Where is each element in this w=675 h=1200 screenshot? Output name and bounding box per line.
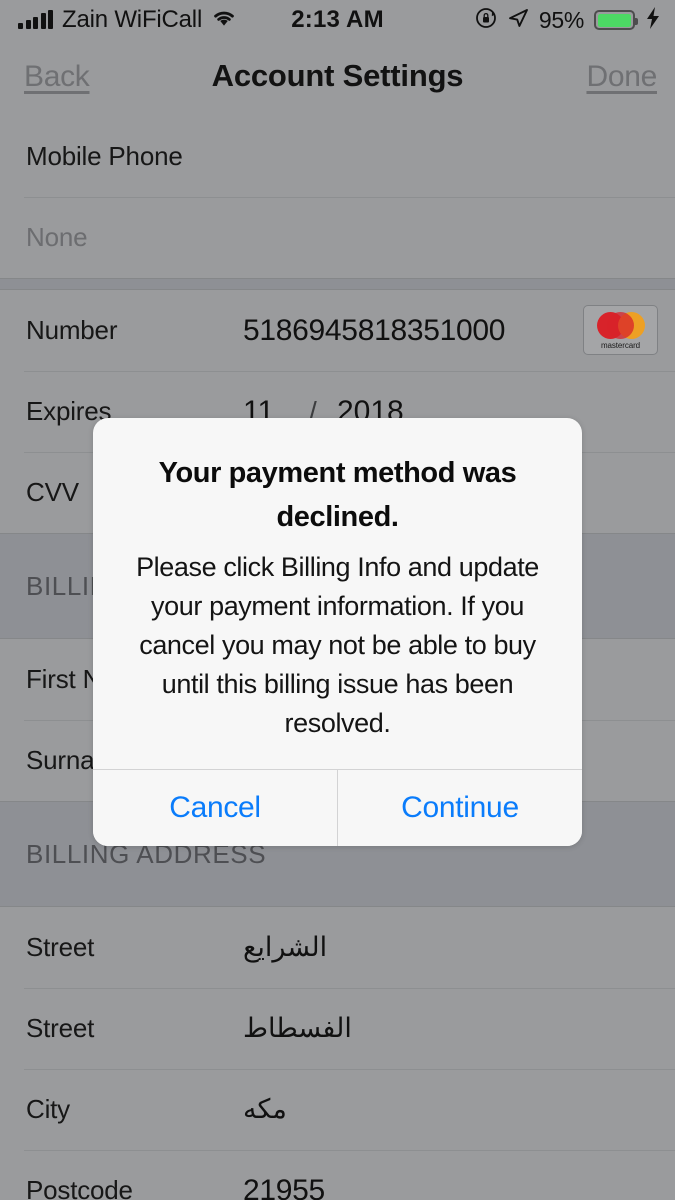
location-arrow-icon	[507, 7, 529, 34]
mastercard-icon: mastercard	[583, 305, 658, 355]
row-label: City	[26, 1094, 70, 1124]
rotation-lock-icon	[475, 7, 497, 34]
mastercard-circles	[596, 312, 645, 339]
alert-message: Please click Billing Info and update you…	[136, 552, 539, 738]
continue-button[interactable]: Continue	[337, 769, 582, 846]
contact-section: Mobile Phone None	[0, 116, 675, 278]
row-label: Postcode	[26, 1175, 133, 1200]
row-label: Street	[26, 1013, 95, 1043]
card-number-value[interactable]: 5186945818351000	[243, 314, 505, 348]
iphone-screen: Zain WiFiCall 2:13 AM 95% Back Account S…	[0, 0, 675, 1200]
table-row-city[interactable]: City مكه	[0, 1069, 675, 1150]
table-row-postcode[interactable]: Postcode 21955	[0, 1150, 675, 1200]
street-1-value[interactable]: الشرايع	[243, 932, 327, 963]
lightning-bolt-icon	[645, 6, 661, 35]
cancel-button[interactable]: Cancel	[93, 769, 337, 846]
battery-percent-label: 95%	[538, 6, 584, 33]
alert-button-bar: Cancel Continue	[93, 768, 582, 846]
status-bar: Zain WiFiCall 2:13 AM 95%	[0, 0, 675, 40]
table-row-card-number[interactable]: Number 5186945818351000 mastercard	[0, 290, 675, 371]
page-title: Account Settings	[211, 58, 464, 93]
navigation-bar: Back Account Settings Done	[0, 40, 675, 116]
row-label: CVV	[26, 477, 79, 507]
table-row-street-1[interactable]: Street الشرايع	[0, 907, 675, 988]
city-value[interactable]: مكه	[243, 1094, 287, 1125]
alert-body: Your payment method was declined. Please…	[93, 418, 582, 769]
section-divider	[0, 278, 675, 290]
mastercard-wordmark: mastercard	[600, 341, 640, 350]
alert-title: Your payment method was declined.	[158, 457, 517, 534]
postcode-value[interactable]: 21955	[243, 1174, 325, 1200]
billing-address-section: Street الشرايع Street الفسطاط City مكه P…	[0, 907, 675, 1200]
table-row-mobile-phone-value[interactable]: None	[0, 197, 675, 278]
table-row-street-2[interactable]: Street الفسطاط	[0, 988, 675, 1069]
done-button[interactable]: Done	[586, 60, 657, 94]
row-label: Number	[26, 315, 118, 345]
street-2-value[interactable]: الفسطاط	[243, 1013, 352, 1044]
battery-icon	[594, 10, 638, 30]
row-label: Mobile Phone	[26, 141, 183, 171]
table-row-mobile-phone[interactable]: Mobile Phone	[0, 116, 675, 197]
payment-declined-alert: Your payment method was declined. Please…	[93, 418, 582, 846]
status-bar-right: 95%	[475, 6, 661, 35]
row-label: Street	[26, 932, 95, 962]
row-label: None	[26, 222, 88, 252]
